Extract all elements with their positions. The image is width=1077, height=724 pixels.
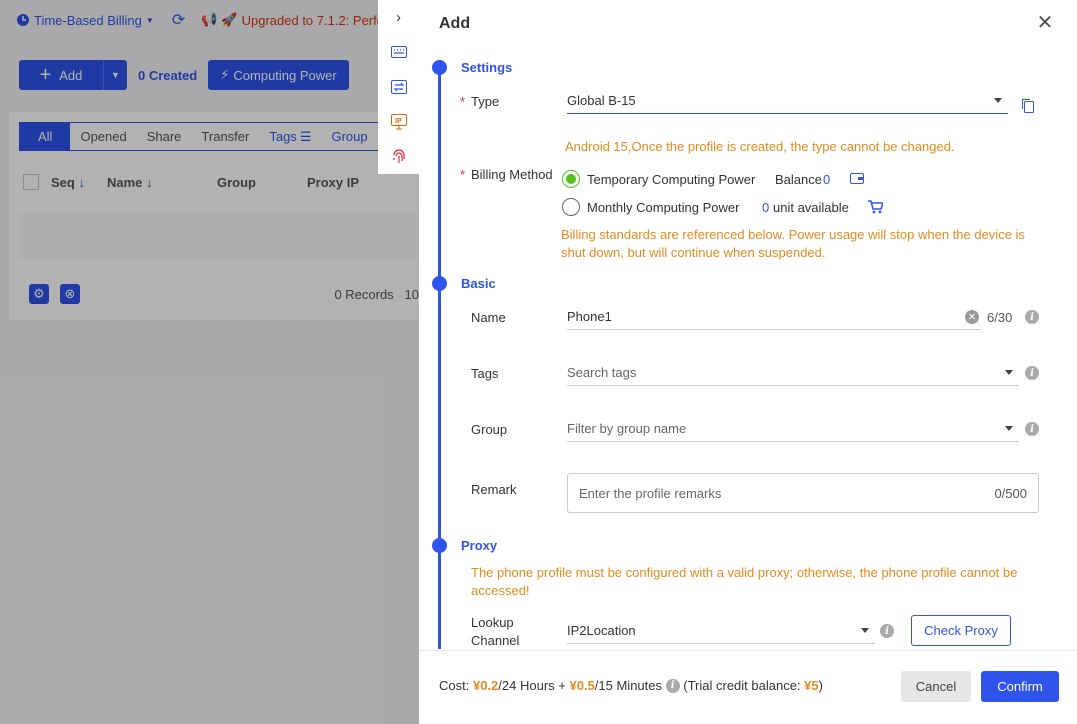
remark-label: Remark <box>471 482 517 497</box>
collapse-button[interactable]: › <box>378 0 419 35</box>
transfer-icon <box>390 79 407 94</box>
caret-down-icon <box>1005 426 1013 431</box>
cost-summary: Cost: ¥0.2 /24 Hours + ¥0.5 /15 Minutes … <box>439 678 823 693</box>
type-value: Global B-15 <box>567 93 636 108</box>
side-toolbar: › IP <box>378 0 419 174</box>
timeline-dot <box>432 60 447 75</box>
tags-select[interactable]: Search tags <box>567 360 1019 386</box>
keyboard-button[interactable] <box>378 35 419 70</box>
billing-method-label: Billing Method <box>460 167 553 182</box>
info-icon[interactable]: i <box>665 678 680 693</box>
check-proxy-button[interactable]: Check Proxy <box>911 615 1011 646</box>
transfer-button[interactable] <box>378 70 419 105</box>
type-label: Type <box>460 94 499 109</box>
info-icon[interactable]: i <box>880 624 894 638</box>
temporary-option-label: Temporary Computing Power <box>587 172 756 187</box>
section-basic: Basic <box>461 276 496 291</box>
price-quarter: ¥0.5 <box>569 678 595 693</box>
remark-counter: 0/500 <box>994 485 1027 501</box>
cart-icon[interactable] <box>868 200 883 214</box>
radio-temporary[interactable] <box>562 170 580 188</box>
name-value: Phone1 <box>567 309 612 324</box>
drawer-footer: Cost: ¥0.2 /24 Hours + ¥0.5 /15 Minutes … <box>419 650 1077 724</box>
balance-label: Balance <box>775 172 822 187</box>
ip-button[interactable]: IP <box>378 104 419 139</box>
svg-text:IP: IP <box>395 118 402 125</box>
tags-label: Tags <box>471 366 499 381</box>
add-profile-drawer: Add ✕ Settings Type Global B-15 Android … <box>419 0 1077 724</box>
close-icon[interactable]: ✕ <box>1035 13 1055 33</box>
confirm-button[interactable]: Confirm <box>981 671 1059 702</box>
price-day: ¥0.2 <box>472 678 499 693</box>
lookup-label-line2: Channel <box>471 633 520 648</box>
tags-placeholder: Search tags <box>567 365 637 380</box>
billing-warning: Billing standards are referenced below. … <box>561 227 1025 260</box>
group-placeholder: Filter by group name <box>567 421 687 436</box>
per-day-text: /24 Hours + <box>498 678 566 693</box>
name-label: Name <box>471 310 506 325</box>
chevron-right-icon: › <box>396 8 401 26</box>
monthly-option-label: Monthly Computing Power <box>587 200 740 215</box>
caret-down-icon <box>861 628 869 633</box>
name-input[interactable]: Phone1 ✕ <box>567 304 981 330</box>
fingerprint-icon <box>392 149 405 163</box>
info-icon[interactable]: i <box>1025 366 1039 380</box>
units-value: 0 <box>762 200 770 215</box>
trial-value: ¥5 <box>804 678 819 693</box>
info-icon[interactable]: i <box>1025 310 1039 324</box>
caret-down-icon <box>1005 370 1013 375</box>
lookup-channel-value: IP2Location <box>567 623 636 638</box>
cancel-button[interactable]: Cancel <box>901 671 971 702</box>
remark-textarea[interactable]: Enter the profile remarks 0/500 <box>567 473 1039 513</box>
trial-suffix: ) <box>818 678 823 693</box>
type-warning: Android 15,Once the profile is created, … <box>565 139 955 154</box>
drawer-header: Add ✕ <box>419 0 1077 48</box>
ip-icon: IP <box>390 113 407 130</box>
lookup-channel-select[interactable]: IP2Location <box>567 618 875 644</box>
clear-icon[interactable]: ✕ <box>965 310 979 324</box>
name-counter: 6/30 <box>987 310 1013 325</box>
section-proxy: Proxy <box>461 538 498 553</box>
section-settings: Settings <box>461 60 513 75</box>
timeline-dot <box>432 538 447 553</box>
drawer-title: Add <box>439 15 471 32</box>
lookup-label-line1: Lookup <box>471 615 514 630</box>
lookup-channel-label: Lookup Channel <box>471 614 519 650</box>
timeline-line <box>438 67 441 649</box>
group-select[interactable]: Filter by group name <box>567 416 1019 442</box>
info-icon[interactable]: i <box>1025 422 1039 436</box>
wallet-icon[interactable] <box>850 172 864 185</box>
remark-placeholder: Enter the profile remarks <box>579 485 722 501</box>
group-label: Group <box>471 422 508 437</box>
copy-icon[interactable] <box>1021 98 1035 114</box>
trial-prefix: (Trial credit balance: <box>683 678 801 693</box>
type-select[interactable]: Global B-15 <box>567 88 1008 114</box>
proxy-warning: The phone profile must be configured wit… <box>471 565 1018 598</box>
keyboard-icon <box>390 46 407 59</box>
per-quarter-text: /15 Minutes <box>594 678 662 693</box>
units-label: unit available <box>773 200 849 215</box>
cost-prefix: Cost: <box>439 678 470 693</box>
radio-monthly[interactable] <box>562 198 580 216</box>
balance-value: 0 <box>823 172 831 187</box>
timeline-dot <box>432 276 447 291</box>
fingerprint-button[interactable] <box>378 139 419 174</box>
caret-down-icon <box>994 98 1002 103</box>
